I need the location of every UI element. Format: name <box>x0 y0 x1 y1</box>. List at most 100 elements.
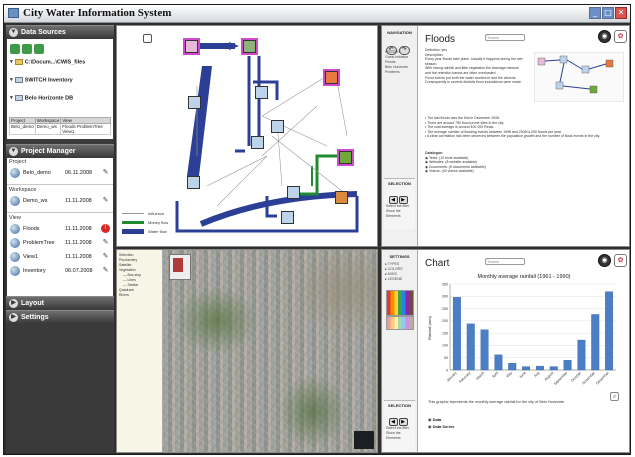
bar-november[interactable] <box>591 314 600 371</box>
data-source-item[interactable]: ▾ C:\Docum...\CWIS_files <box>10 59 85 65</box>
layout-header[interactable]: ▶ Layout <box>6 296 114 309</box>
connect-icon[interactable] <box>22 44 32 54</box>
diagram-node[interactable] <box>187 176 200 189</box>
bar-january[interactable] <box>452 297 461 371</box>
search-input[interactable]: Search <box>485 258 525 265</box>
data-sources-toolbar <box>10 41 46 54</box>
settings-item-label: LEGEND <box>387 277 403 281</box>
diagram-node[interactable] <box>188 96 201 109</box>
catalogue-item[interactable]: ◉ Videos: (40 videos available) <box>425 169 575 174</box>
zoom-icon[interactable]: ⌕ <box>610 392 619 401</box>
project-item[interactable]: Belo_demo 06.11.2008 ✎ <box>9 167 111 180</box>
nav-item[interactable]: Belo Horizonte Problems <box>385 65 417 75</box>
selection-label: SELECTION <box>388 181 411 186</box>
bar-september[interactable] <box>563 360 572 371</box>
globe-icon[interactable]: ◉ <box>598 30 611 43</box>
text-line: Every year floods take place. Usually it… <box>425 57 523 66</box>
bar-december[interactable] <box>605 291 614 371</box>
refresh-icon[interactable] <box>34 44 44 54</box>
prev-icon[interactable]: ◀ <box>388 196 398 204</box>
left-sidebar: ▼ Data Sources ▾ C:\Docum...\CWIS_files ▾… <box>6 25 114 453</box>
flower-icon[interactable]: ✿ <box>614 254 627 267</box>
bar-may[interactable] <box>508 362 517 371</box>
bar-october[interactable] <box>577 339 586 371</box>
project-manager-title: Project Manager <box>21 148 76 155</box>
mini-diagram-preview[interactable] <box>534 52 624 102</box>
bar-july[interactable] <box>535 365 544 371</box>
settings-title: Settings <box>21 314 49 321</box>
layer-item[interactable]: Rivers <box>119 293 160 298</box>
y-tick-label: 200 <box>442 319 448 323</box>
diagram-node[interactable] <box>323 69 340 86</box>
table-row[interactable]: Belo_demo Demo_ws Floods ProblemTree Vie… <box>9 123 111 135</box>
edit-icon[interactable]: ✎ <box>101 196 110 205</box>
view-name: Inventory <box>23 268 46 274</box>
y-tick-label: 300 <box>442 295 448 299</box>
map-thumbnail[interactable] <box>169 254 191 280</box>
close-button[interactable]: ✕ <box>615 7 627 19</box>
option-data[interactable]: ◉ Data <box>428 416 454 423</box>
view-item[interactable]: Floods 11.11.2008 ! <box>9 223 111 236</box>
map-panel: Selection Pluviometry Satellite Vegetati… <box>116 249 378 453</box>
data-sources-header[interactable]: ▼ Data Sources <box>6 25 114 38</box>
view-icon <box>10 238 20 248</box>
diagram-node[interactable] <box>335 191 348 204</box>
add-source-icon[interactable] <box>10 44 20 54</box>
view-item[interactable]: View1 11.11.2008 ✎ <box>9 251 111 264</box>
selection-option[interactable]: Show the Elements <box>384 209 415 219</box>
rainfall-chart: Monthly average rainfall (1961 - 1990) R… <box>424 270 624 398</box>
diagram-node[interactable] <box>255 86 268 99</box>
next-icon[interactable]: ▶ <box>398 418 408 426</box>
diagram-node[interactable] <box>251 136 264 149</box>
legend-label: Influence <box>148 211 165 216</box>
edit-icon[interactable]: ✎ <box>101 266 110 275</box>
map-overview-inset[interactable] <box>354 431 374 449</box>
workflow-diagram-panel: Influence Money flow Water flow <box>116 25 378 247</box>
data-source-item[interactable]: ▾ SWITCH Inventory <box>10 77 73 83</box>
view-item[interactable]: Inventory 06.07.2008 ✎ <box>9 265 111 278</box>
bar-june[interactable] <box>522 366 531 371</box>
diagram-node[interactable] <box>271 120 284 133</box>
color-palette[interactable] <box>386 290 414 316</box>
flower-icon[interactable]: ✿ <box>614 30 627 43</box>
settings-item[interactable]: ▸ LEGEND <box>385 277 417 282</box>
data-source-item[interactable]: ▾ Belo Horizonte DB <box>10 95 73 101</box>
project-manager-header[interactable]: ▼ Project Manager <box>6 144 114 157</box>
prev-icon[interactable]: ◀ <box>388 418 398 426</box>
bar-february[interactable] <box>466 323 475 371</box>
title-bar[interactable]: City Water Information System _ □ ✕ <box>4 5 630 23</box>
water-flow-edge <box>247 56 261 146</box>
diagram-node[interactable] <box>337 149 354 166</box>
next-icon[interactable]: ▶ <box>398 196 408 204</box>
option-data-series[interactable]: ◉ Data Series <box>428 423 454 430</box>
minimize-button[interactable]: _ <box>589 7 601 19</box>
chart-panel: SETTINGS ▸ TYPES ▸ COLORS ▸ AXES ▸ LEGEN… <box>381 249 630 453</box>
navigation-sidebar: NAVIGATION ↶ ↷ HISTORY Guest Initiative F… <box>382 26 418 246</box>
globe-icon[interactable]: ◉ <box>598 254 611 267</box>
legend-money-flow: Money flow <box>122 218 168 227</box>
navigation-label: NAVIGATION <box>387 30 412 35</box>
warning-icon[interactable]: ! <box>101 224 110 233</box>
settings-header[interactable]: ▶ Settings <box>6 310 114 323</box>
color-palette-light[interactable] <box>386 316 414 330</box>
bar-march[interactable] <box>480 329 489 371</box>
bar-august[interactable] <box>549 366 558 371</box>
edit-icon[interactable]: ✎ <box>101 168 110 177</box>
diagram-node[interactable] <box>241 38 258 55</box>
bar-april[interactable] <box>494 354 503 371</box>
diagram-node[interactable] <box>183 38 200 55</box>
workspace-item[interactable]: Demo_ws 11.11.2008 ✎ <box>9 195 111 208</box>
settings-item-label: TYPES <box>387 262 400 266</box>
diagram-node[interactable] <box>287 186 300 199</box>
search-input[interactable]: Search <box>485 34 525 41</box>
satellite-map[interactable] <box>163 250 377 452</box>
view-item[interactable]: ProblemTree 11.11.2008 ✎ <box>9 237 111 250</box>
diagram-node[interactable] <box>281 211 294 224</box>
edit-icon[interactable]: ✎ <box>101 238 110 247</box>
edit-icon[interactable]: ✎ <box>101 252 110 261</box>
settings-sidebar: SETTINGS ▸ TYPES ▸ COLORS ▸ AXES ▸ LEGEN… <box>382 250 418 452</box>
maximize-button[interactable]: □ <box>602 7 614 19</box>
column-header[interactable]: Workspace <box>34 117 62 124</box>
selection-option[interactable]: Show the Elements <box>384 431 415 441</box>
data-source-label: C:\Docum...\CWIS_files <box>24 59 86 66</box>
